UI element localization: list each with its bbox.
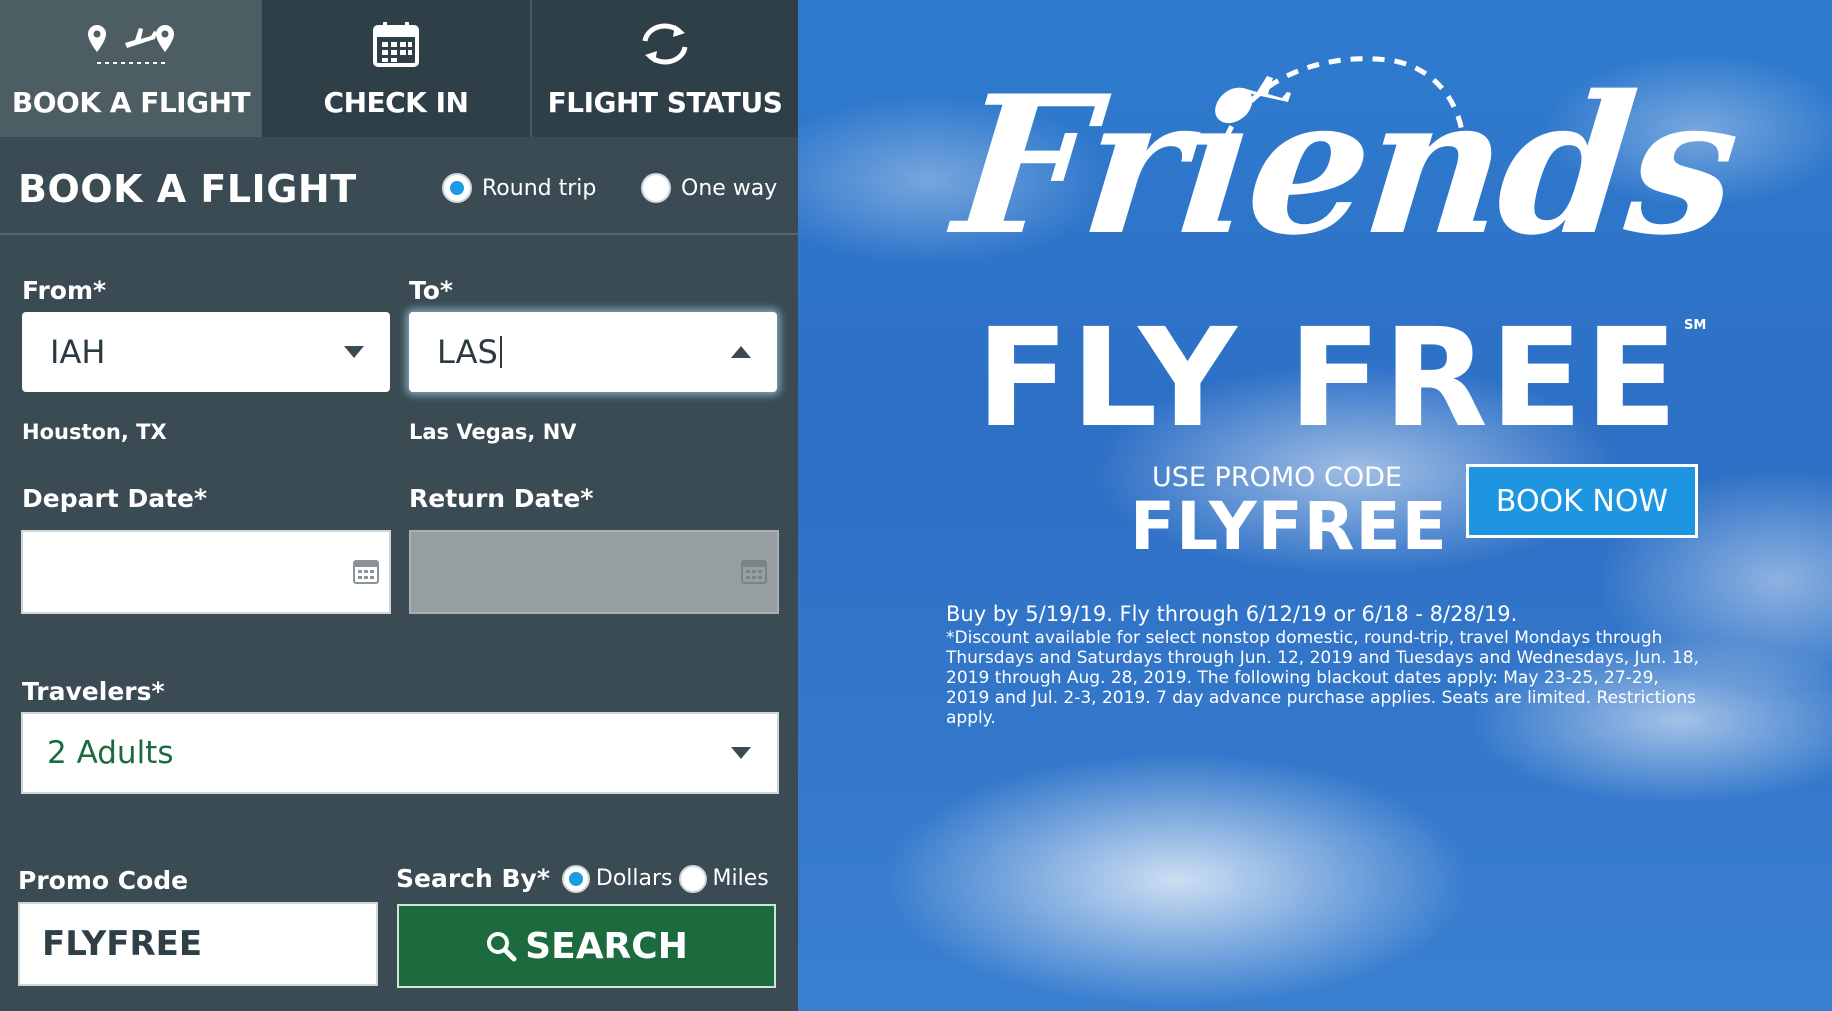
one-way-option[interactable]: One way	[641, 173, 777, 203]
promo-code-value: FLYFREE	[42, 924, 203, 964]
booking-title: BOOK A FLIGHT	[18, 167, 357, 211]
depart-date-label: Depart Date*	[22, 484, 208, 513]
book-now-button[interactable]: BOOK NOW	[1466, 464, 1698, 538]
travelers-label: Travelers*	[22, 677, 165, 706]
search-icon	[487, 932, 517, 962]
fine-print-dates: Buy by 5/19/19. Fly through 6/12/19 or 6…	[946, 602, 1518, 626]
route-plane-icon	[85, 14, 177, 74]
miles-radio[interactable]	[678, 864, 707, 893]
tab-label: BOOK A FLIGHT	[11, 86, 251, 119]
from-city: Houston, TX	[22, 420, 167, 444]
search-button-label: SEARCH	[525, 925, 688, 967]
search-by-label: Search By*	[396, 864, 550, 893]
promo-code-label: Promo Code	[18, 866, 189, 895]
promo-banner[interactable]: Friends FLY FREE SM USE PROMO CODE FLYFR…	[798, 0, 1832, 1011]
tab-check-in[interactable]: CHECK IN	[262, 0, 532, 137]
fine-print-terms: *Discount available for select nonstop d…	[946, 628, 1699, 728]
service-mark: SM	[1684, 318, 1707, 333]
top-tabs: BOOK A FLIGHT CHECK IN FLIGHT STATUS	[0, 0, 798, 137]
tab-label: CHECK IN	[323, 86, 469, 119]
to-label: To*	[409, 276, 453, 305]
round-trip-radio[interactable]	[442, 173, 472, 203]
tab-book-a-flight[interactable]: BOOK A FLIGHT	[0, 0, 262, 137]
calendar-icon[interactable]	[741, 558, 767, 584]
to-city: Las Vegas, NV	[409, 420, 577, 444]
calendar-icon	[373, 14, 419, 74]
one-way-label: One way	[681, 175, 778, 201]
booking-header: BOOK A FLIGHT Round trip One way	[0, 137, 798, 235]
calendar-icon[interactable]	[353, 558, 379, 584]
depart-date-input[interactable]	[21, 530, 391, 614]
travelers-value: 2 Adults	[47, 735, 174, 771]
chevron-up-icon	[731, 346, 751, 358]
from-airport-select[interactable]: IAH	[22, 312, 390, 392]
from-airport-value: IAH	[50, 333, 106, 371]
dollars-label: Dollars	[595, 866, 673, 891]
return-date-label: Return Date*	[409, 484, 594, 513]
headline-script: Friends	[946, 54, 1745, 277]
search-by-miles[interactable]: Miles	[678, 864, 769, 893]
chevron-down-icon	[731, 747, 751, 759]
from-label: From*	[22, 276, 107, 305]
tab-label: FLIGHT STATUS	[547, 86, 783, 119]
travelers-select[interactable]: 2 Adults	[21, 712, 779, 794]
miles-label: Miles	[712, 866, 769, 891]
promo-code-input[interactable]: FLYFREE	[18, 902, 378, 986]
one-way-radio[interactable]	[641, 173, 671, 203]
headline-bold: FLY FREE	[976, 300, 1680, 458]
search-by-group: Search By* Dollars Miles	[396, 864, 775, 893]
dollars-radio[interactable]	[561, 864, 590, 893]
tab-flight-status[interactable]: FLIGHT STATUS	[532, 0, 798, 137]
round-trip-option[interactable]: Round trip	[442, 173, 596, 203]
search-by-dollars[interactable]: Dollars	[561, 864, 673, 893]
search-button[interactable]: SEARCH	[397, 904, 776, 988]
round-trip-label: Round trip	[482, 175, 597, 201]
refresh-icon	[635, 14, 695, 74]
banner-promo-code: FLYFREE	[1130, 488, 1448, 565]
to-airport-input[interactable]: LAS	[409, 312, 777, 392]
flight-booking-panel: BOOK A FLIGHT CHECK IN FLIGHT STATUS BOO…	[0, 0, 798, 1011]
text-cursor	[499, 336, 502, 368]
return-date-input[interactable]	[409, 530, 779, 614]
chevron-down-icon	[344, 346, 364, 358]
to-airport-value: LAS	[437, 333, 498, 371]
